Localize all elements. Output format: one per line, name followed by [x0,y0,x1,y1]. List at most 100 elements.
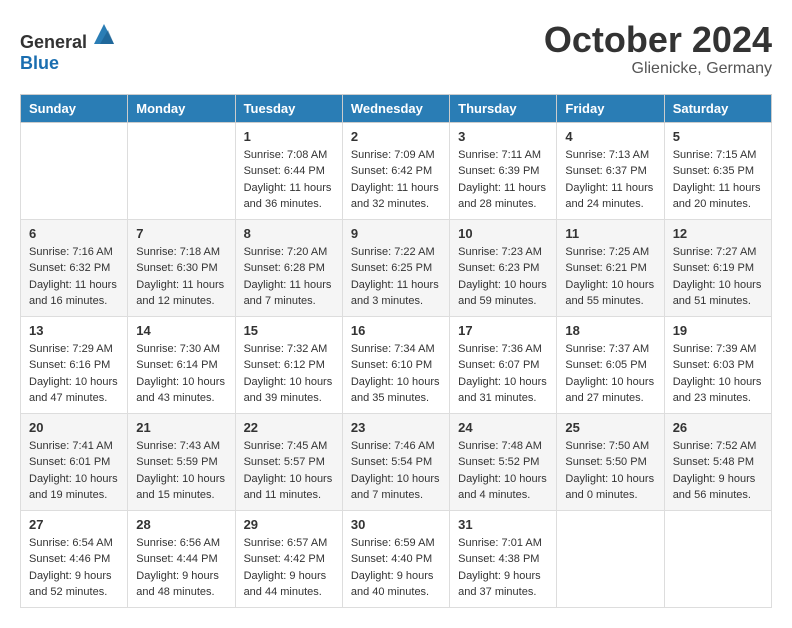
weekday-header-wednesday: Wednesday [342,94,449,122]
day-number: 22 [244,420,334,435]
weekday-header-sunday: Sunday [21,94,128,122]
logo-blue: Blue [20,53,59,73]
day-number: 21 [136,420,226,435]
day-cell [128,122,235,219]
day-info: Sunrise: 7:34 AMSunset: 6:10 PMDaylight:… [351,341,441,407]
day-number: 24 [458,420,548,435]
day-number: 3 [458,129,548,144]
weekday-header-row: SundayMondayTuesdayWednesdayThursdayFrid… [21,94,772,122]
day-cell: 27 Sunrise: 6:54 AMSunset: 4:46 PMDayligh… [21,510,128,607]
day-info: Sunrise: 7:16 AMSunset: 6:32 PMDaylight:… [29,244,119,310]
day-number: 19 [673,323,763,338]
day-cell: 14Sunrise: 7:30 AMSunset: 6:14 PMDayligh… [128,316,235,413]
day-number: 26 [673,420,763,435]
day-cell: 31 Sunrise: 7:01 AMSunset: 4:38 PMDayligh… [450,510,557,607]
day-cell: 17Sunrise: 7:36 AMSunset: 6:07 PMDayligh… [450,316,557,413]
day-cell: 29 Sunrise: 6:57 AMSunset: 4:42 PMDayligh… [235,510,342,607]
day-info: Sunrise: 7:18 AMSunset: 6:30 PMDaylight:… [136,244,226,310]
day-cell: 15 Sunrise: 7:32 AMSunset: 6:12 PMDayligh… [235,316,342,413]
weekday-header-tuesday: Tuesday [235,94,342,122]
week-row-4: 20 Sunrise: 7:41 AMSunset: 6:01 PMDayligh… [21,413,772,510]
day-number: 5 [673,129,763,144]
day-cell: 13Sunrise: 7:29 AMSunset: 6:16 PMDayligh… [21,316,128,413]
day-cell: 10 Sunrise: 7:23 AMSunset: 6:23 PMDayligh… [450,219,557,316]
day-number: 15 [244,323,334,338]
day-cell [557,510,664,607]
day-cell: 28Sunrise: 6:56 AMSunset: 4:44 PMDayligh… [128,510,235,607]
day-info: Sunrise: 7:45 AMSunset: 5:57 PMDaylight:… [244,438,334,504]
day-number: 13 [29,323,119,338]
day-number: 30 [351,517,441,532]
day-number: 2 [351,129,441,144]
day-info: Sunrise: 7:50 AMSunset: 5:50 PMDaylight:… [565,438,655,504]
day-info: Sunrise: 6:59 AMSunset: 4:40 PMDaylight:… [351,535,441,601]
day-cell: 3 Sunrise: 7:11 AMSunset: 6:39 PMDaylight… [450,122,557,219]
day-cell: 25 Sunrise: 7:50 AMSunset: 5:50 PMDayligh… [557,413,664,510]
day-info: Sunrise: 7:27 AMSunset: 6:19 PMDaylight:… [673,244,763,310]
logo-text: General Blue [20,20,118,74]
day-cell [21,122,128,219]
logo-icon [90,20,118,48]
day-cell: 22 Sunrise: 7:45 AMSunset: 5:57 PMDayligh… [235,413,342,510]
day-info: Sunrise: 7:08 AMSunset: 6:44 PMDaylight:… [244,147,334,213]
day-number: 25 [565,420,655,435]
day-cell: 6 Sunrise: 7:16 AMSunset: 6:32 PMDaylight… [21,219,128,316]
weekday-header-saturday: Saturday [664,94,771,122]
day-cell: 30 Sunrise: 6:59 AMSunset: 4:40 PMDayligh… [342,510,449,607]
day-info: Sunrise: 7:32 AMSunset: 6:12 PMDaylight:… [244,341,334,407]
day-number: 1 [244,129,334,144]
week-row-3: 13Sunrise: 7:29 AMSunset: 6:16 PMDayligh… [21,316,772,413]
day-info: Sunrise: 7:01 AMSunset: 4:38 PMDaylight:… [458,535,548,601]
day-cell: 26 Sunrise: 7:52 AMSunset: 5:48 PMDayligh… [664,413,771,510]
logo-general: General [20,32,87,52]
day-cell: 16 Sunrise: 7:34 AMSunset: 6:10 PMDayligh… [342,316,449,413]
day-info: Sunrise: 7:41 AMSunset: 6:01 PMDaylight:… [29,438,119,504]
day-info: Sunrise: 7:11 AMSunset: 6:39 PMDaylight:… [458,147,548,213]
day-cell [664,510,771,607]
day-number: 17 [458,323,548,338]
day-info: Sunrise: 6:54 AMSunset: 4:46 PMDaylight:… [29,535,119,601]
title-section: October 2024 Glienicke, Germany [544,20,772,78]
day-number: 11 [565,226,655,241]
day-info: Sunrise: 7:23 AMSunset: 6:23 PMDaylight:… [458,244,548,310]
week-row-5: 27 Sunrise: 6:54 AMSunset: 4:46 PMDayligh… [21,510,772,607]
location-title: Glienicke, Germany [544,60,772,78]
day-number: 9 [351,226,441,241]
day-cell: 23Sunrise: 7:46 AMSunset: 5:54 PMDayligh… [342,413,449,510]
day-cell: 12 Sunrise: 7:27 AMSunset: 6:19 PMDayligh… [664,219,771,316]
day-info: Sunrise: 7:43 AMSunset: 5:59 PMDaylight:… [136,438,226,504]
day-info: Sunrise: 7:52 AMSunset: 5:48 PMDaylight:… [673,438,763,504]
day-info: Sunrise: 7:30 AMSunset: 6:14 PMDaylight:… [136,341,226,407]
day-info: Sunrise: 7:09 AMSunset: 6:42 PMDaylight:… [351,147,441,213]
day-cell: 18Sunrise: 7:37 AMSunset: 6:05 PMDayligh… [557,316,664,413]
day-number: 6 [29,226,119,241]
day-cell: 9 Sunrise: 7:22 AMSunset: 6:25 PMDaylight… [342,219,449,316]
day-number: 20 [29,420,119,435]
day-info: Sunrise: 7:48 AMSunset: 5:52 PMDaylight:… [458,438,548,504]
day-info: Sunrise: 7:13 AMSunset: 6:37 PMDaylight:… [565,147,655,213]
day-cell: 4Sunrise: 7:13 AMSunset: 6:37 PMDaylight… [557,122,664,219]
day-info: Sunrise: 7:15 AMSunset: 6:35 PMDaylight:… [673,147,763,213]
day-number: 29 [244,517,334,532]
day-number: 31 [458,517,548,532]
day-info: Sunrise: 7:22 AMSunset: 6:25 PMDaylight:… [351,244,441,310]
weekday-header-monday: Monday [128,94,235,122]
day-info: Sunrise: 7:39 AMSunset: 6:03 PMDaylight:… [673,341,763,407]
day-cell: 2 Sunrise: 7:09 AMSunset: 6:42 PMDaylight… [342,122,449,219]
day-number: 7 [136,226,226,241]
day-cell: 1 Sunrise: 7:08 AMSunset: 6:44 PMDaylight… [235,122,342,219]
day-number: 16 [351,323,441,338]
page-header: General Blue October 2024 Glienicke, Ger… [20,20,772,78]
day-info: Sunrise: 7:20 AMSunset: 6:28 PMDaylight:… [244,244,334,310]
day-info: Sunrise: 6:57 AMSunset: 4:42 PMDaylight:… [244,535,334,601]
day-number: 27 [29,517,119,532]
weekday-header-thursday: Thursday [450,94,557,122]
day-number: 12 [673,226,763,241]
week-row-2: 6 Sunrise: 7:16 AMSunset: 6:32 PMDaylight… [21,219,772,316]
day-number: 10 [458,226,548,241]
day-number: 28 [136,517,226,532]
month-title: October 2024 [544,20,772,60]
day-cell: 20 Sunrise: 7:41 AMSunset: 6:01 PMDayligh… [21,413,128,510]
day-number: 18 [565,323,655,338]
day-number: 23 [351,420,441,435]
